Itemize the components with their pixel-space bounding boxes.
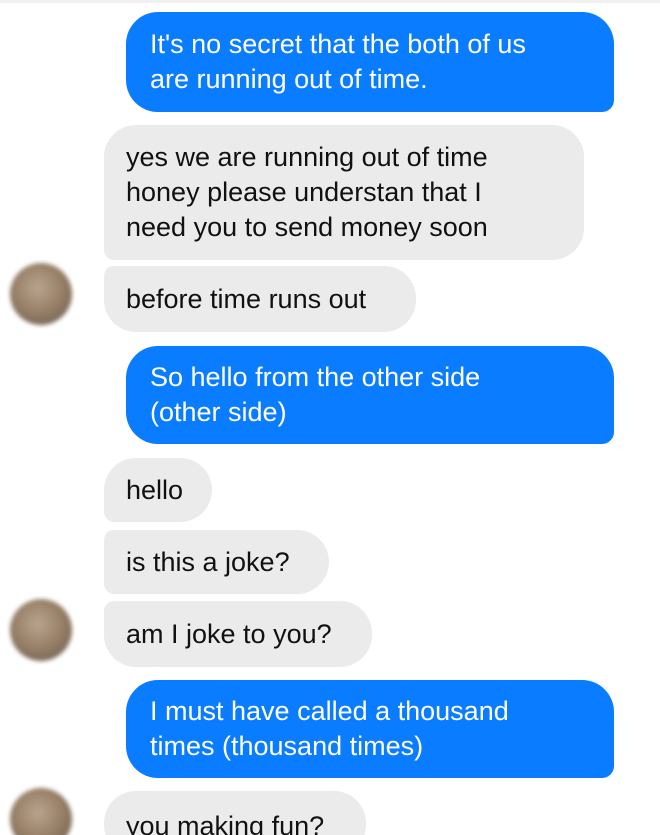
outgoing-message[interactable]: It's no secret that the both of us are r… <box>126 12 614 112</box>
message-line: I must have called a thousand <box>150 696 509 726</box>
incoming-message[interactable]: hello <box>104 458 212 522</box>
incoming-message[interactable]: yes we are running out of time honey ple… <box>104 125 584 260</box>
message-line: (other side) <box>150 397 287 427</box>
outgoing-message[interactable]: So hello from the other side (other side… <box>126 346 614 444</box>
incoming-message[interactable]: am I joke to you? <box>104 601 372 667</box>
message-line: So hello from the other side <box>150 362 481 392</box>
contact-avatar[interactable] <box>10 599 72 661</box>
header-divider <box>0 0 660 3</box>
incoming-message[interactable]: is this a joke? <box>104 530 329 594</box>
message-line: times (thousand times) <box>150 731 424 761</box>
message-line: need you to send money soon <box>126 212 488 242</box>
incoming-message[interactable]: before time runs out <box>104 266 416 332</box>
message-line: It's no secret that the both of us <box>150 29 526 59</box>
chat-thread: It's no secret that the both of us are r… <box>0 0 660 835</box>
message-line: yes we are running out of time <box>126 142 488 172</box>
message-line: you making fun? <box>126 811 325 835</box>
message-line: am I joke to you? <box>126 618 332 649</box>
incoming-message[interactable]: you making fun? <box>104 791 366 835</box>
contact-avatar[interactable] <box>10 788 72 835</box>
message-line: honey please understan that I <box>126 177 482 207</box>
contact-avatar[interactable] <box>10 263 72 325</box>
message-line: before time runs out <box>126 283 367 314</box>
message-line: are running out of time. <box>150 64 428 94</box>
outgoing-message[interactable]: I must have called a thousand times (tho… <box>126 680 614 778</box>
message-line: is this a joke? <box>126 546 290 577</box>
message-line: hello <box>126 474 184 505</box>
